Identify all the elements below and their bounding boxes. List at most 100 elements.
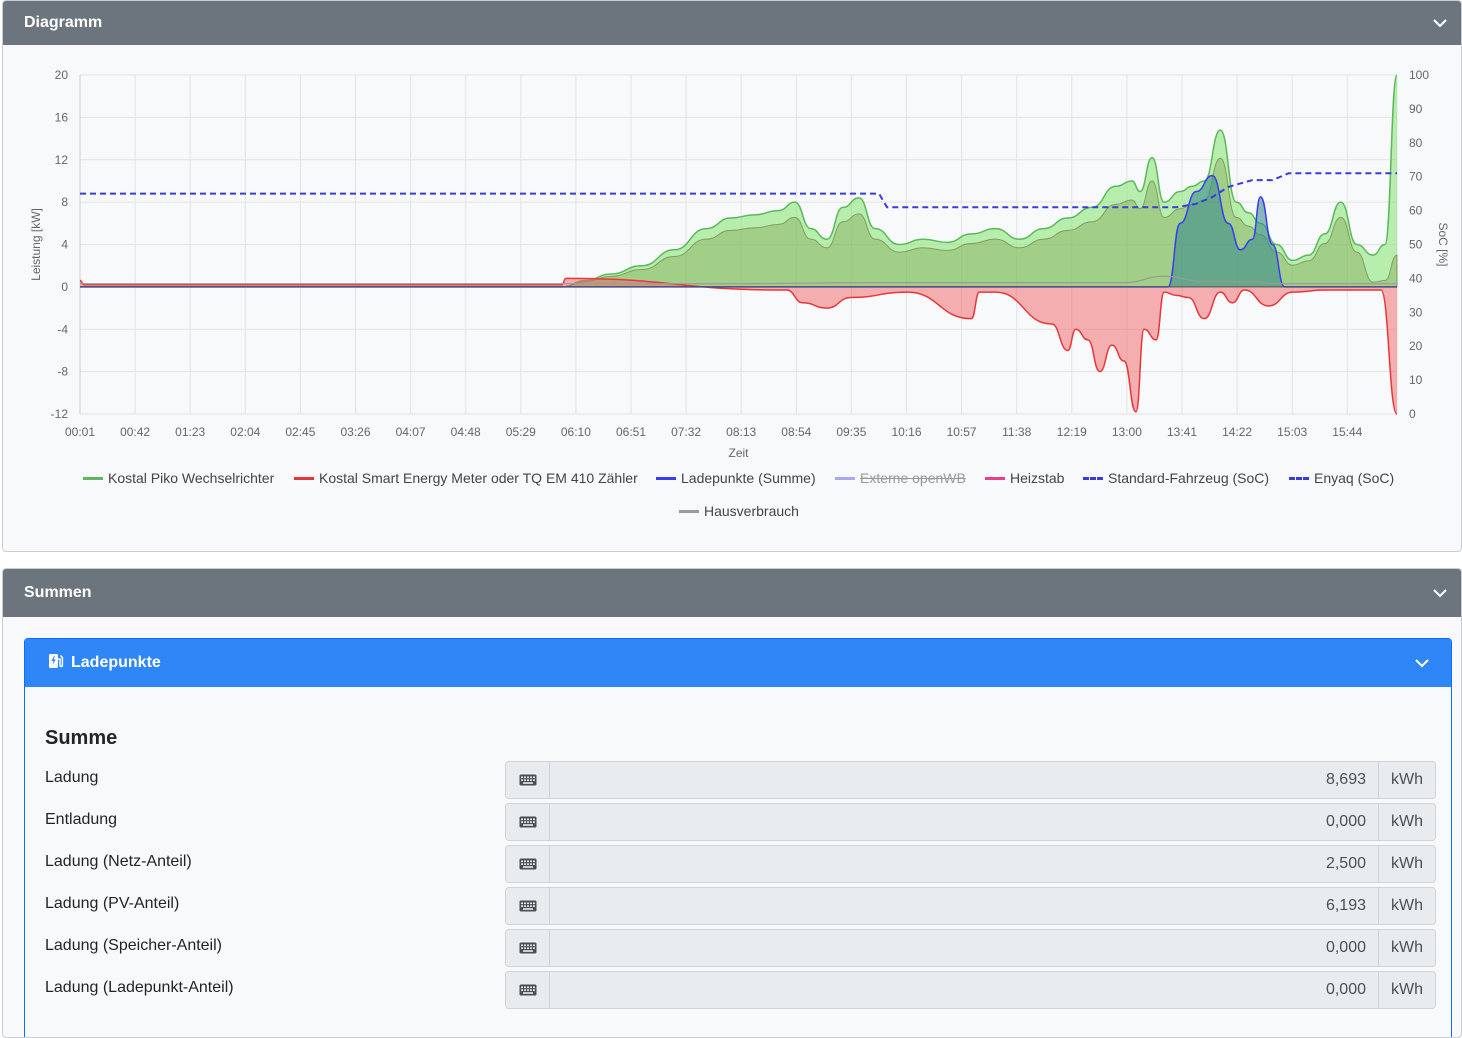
x-axis-title: Zeit [728, 446, 749, 460]
legend-swatch [985, 476, 1005, 480]
legend-item[interactable]: Kostal Smart Energy Meter oder TQ EM 410… [294, 470, 638, 486]
legend-label: Standard-Fahrzeug (SoC) [1108, 470, 1270, 486]
x-tick-label: 09:35 [836, 425, 866, 439]
legend-swatch [656, 476, 676, 480]
legend-label: Heizstab [1010, 470, 1065, 486]
summen-card-header[interactable]: Summen [3, 569, 1461, 617]
sum-value: 0,000 [550, 930, 1378, 966]
diagram-card: Diagramm 20 16 12 8 4 0 -4 -8 -12 100 90 80 70 60 50 40… [2, 0, 1462, 552]
y2-tick-label: 30 [1409, 305, 1423, 319]
sum-value-field: 0,000 kWh [505, 971, 1436, 1009]
keyboard-icon [506, 972, 550, 1008]
y-tick-label: 8 [61, 195, 68, 209]
y2-tick-label: 70 [1409, 170, 1423, 184]
y-tick-label: 0 [61, 280, 68, 294]
keyboard-icon [506, 930, 550, 966]
x-tick-label: 08:13 [726, 425, 756, 439]
y-tick-label: 4 [61, 238, 68, 252]
diagram-card-header[interactable]: Diagramm [3, 1, 1461, 45]
diagram-title: Diagramm [24, 14, 103, 31]
sum-value: 2,500 [550, 846, 1378, 882]
ladepunkte-card: Ladepunkte Summe Ladung 8,693 kWh Entladung… [24, 638, 1452, 1037]
x-tick-label: 13:00 [1112, 425, 1142, 439]
chart-area: 20 16 12 8 4 0 -4 -8 -12 100 90 80 70 60 50 40 30 20 10 0 00… [3, 45, 1461, 551]
chevron-down-icon[interactable] [1433, 588, 1447, 598]
sum-unit: kWh [1378, 930, 1435, 966]
legend-item[interactable]: Enyaq (SoC) [1289, 470, 1394, 486]
sum-row-label: Ladung (Netz-Anteil) [45, 853, 192, 870]
y2-tick-label: 80 [1409, 136, 1423, 150]
legend-item[interactable]: Ladepunkte (Summe) [656, 470, 816, 486]
sum-row: Ladung (PV-Anteil) 6,193 kWh [45, 887, 1436, 925]
sum-row-label: Entladung [45, 811, 118, 828]
legend-label: Hausverbrauch [704, 503, 799, 519]
sum-row: Ladung (Speicher-Anteil) 0,000 kWh [45, 929, 1436, 967]
x-tick-label: 04:48 [451, 425, 481, 439]
sum-unit: kWh [1378, 846, 1435, 882]
summen-title: Summen [24, 584, 92, 601]
sum-unit: kWh [1378, 888, 1435, 924]
legend-label: Kostal Piko Wechselrichter [108, 470, 275, 486]
sum-value: 0,000 [550, 804, 1378, 840]
chevron-down-icon[interactable] [1433, 18, 1447, 28]
x-tick-label: 03:26 [340, 425, 370, 439]
sum-row-label: Ladung (Speicher-Anteil) [45, 937, 222, 954]
power-chart: 201612840-4-8-12100908070605040302010000… [29, 68, 1450, 460]
sum-unit: kWh [1378, 762, 1435, 798]
x-tick-label: 10:57 [947, 425, 977, 439]
keyboard-icon [506, 762, 550, 798]
sum-row-label: Ladung [45, 769, 99, 786]
legend-swatch [294, 476, 314, 480]
y2-tick-label: 20 [1409, 339, 1423, 353]
y2-tick-label: 60 [1409, 204, 1423, 218]
y2-tick-label: 90 [1409, 102, 1423, 116]
legend-item[interactable]: Externe openWB [835, 470, 966, 486]
y-tick-label: 16 [55, 110, 69, 124]
x-tick-label: 05:29 [506, 425, 536, 439]
x-tick-label: 02:04 [230, 425, 260, 439]
sum-row: Ladung 8,693 kWh [45, 761, 1436, 799]
y-tick-label: -4 [57, 322, 68, 336]
y-tick-label: -8 [57, 365, 68, 379]
x-tick-label: 06:51 [616, 425, 646, 439]
legend-swatch [1289, 476, 1309, 480]
ladepunkte-card-header[interactable]: Ladepunkte [25, 639, 1451, 687]
sum-row-label: Ladung (Ladepunkt-Anteil) [45, 979, 234, 996]
sum-value-field: 0,000 kWh [505, 929, 1436, 967]
sum-value-field: 2,500 kWh [505, 845, 1436, 883]
x-tick-label: 06:10 [561, 425, 591, 439]
sum-value: 6,193 [550, 888, 1378, 924]
ladepunkte-title: Ladepunkte [71, 654, 161, 671]
legend-swatch [679, 509, 699, 513]
x-tick-label: 02:45 [285, 425, 315, 439]
x-tick-label: 00:01 [65, 425, 95, 439]
x-tick-label: 14:22 [1222, 425, 1252, 439]
grid-series-area [80, 278, 1397, 414]
y-tick-label: 20 [55, 68, 69, 82]
sum-unit: kWh [1378, 972, 1435, 1008]
legend-item[interactable]: Standard-Fahrzeug (SoC) [1083, 470, 1269, 486]
legend-item[interactable]: Hausverbrauch [679, 503, 799, 519]
legend-label: Enyaq (SoC) [1314, 470, 1395, 486]
x-tick-label: 13:41 [1167, 425, 1197, 439]
summe-heading: Summe [45, 727, 118, 749]
legend-item[interactable]: Kostal Piko Wechselrichter [83, 470, 274, 486]
x-tick-label: 10:16 [891, 425, 921, 439]
sum-value-field: 8,693 kWh [505, 761, 1436, 799]
y2-tick-label: 40 [1409, 271, 1423, 285]
y-tick-label: -12 [51, 407, 69, 421]
keyboard-icon [506, 888, 550, 924]
x-tick-label: 01:23 [175, 425, 205, 439]
x-tick-label: 04:07 [396, 425, 426, 439]
y2-tick-label: 50 [1409, 238, 1423, 252]
legend-row: Kostal Piko Wechselrichter Kostal Smart E… [3, 470, 1461, 490]
legend-label: Ladepunkte (Summe) [681, 470, 816, 486]
chevron-down-icon[interactable] [1415, 658, 1429, 668]
sum-row: Entladung 0,000 kWh [45, 803, 1436, 841]
sum-value-field: 0,000 kWh [505, 803, 1436, 841]
legend-item[interactable]: Heizstab [985, 470, 1064, 486]
legend-row: Hausverbrauch [3, 503, 1461, 523]
x-tick-label: 11:38 [1002, 425, 1031, 439]
x-tick-label: 07:32 [671, 425, 701, 439]
keyboard-icon [506, 804, 550, 840]
